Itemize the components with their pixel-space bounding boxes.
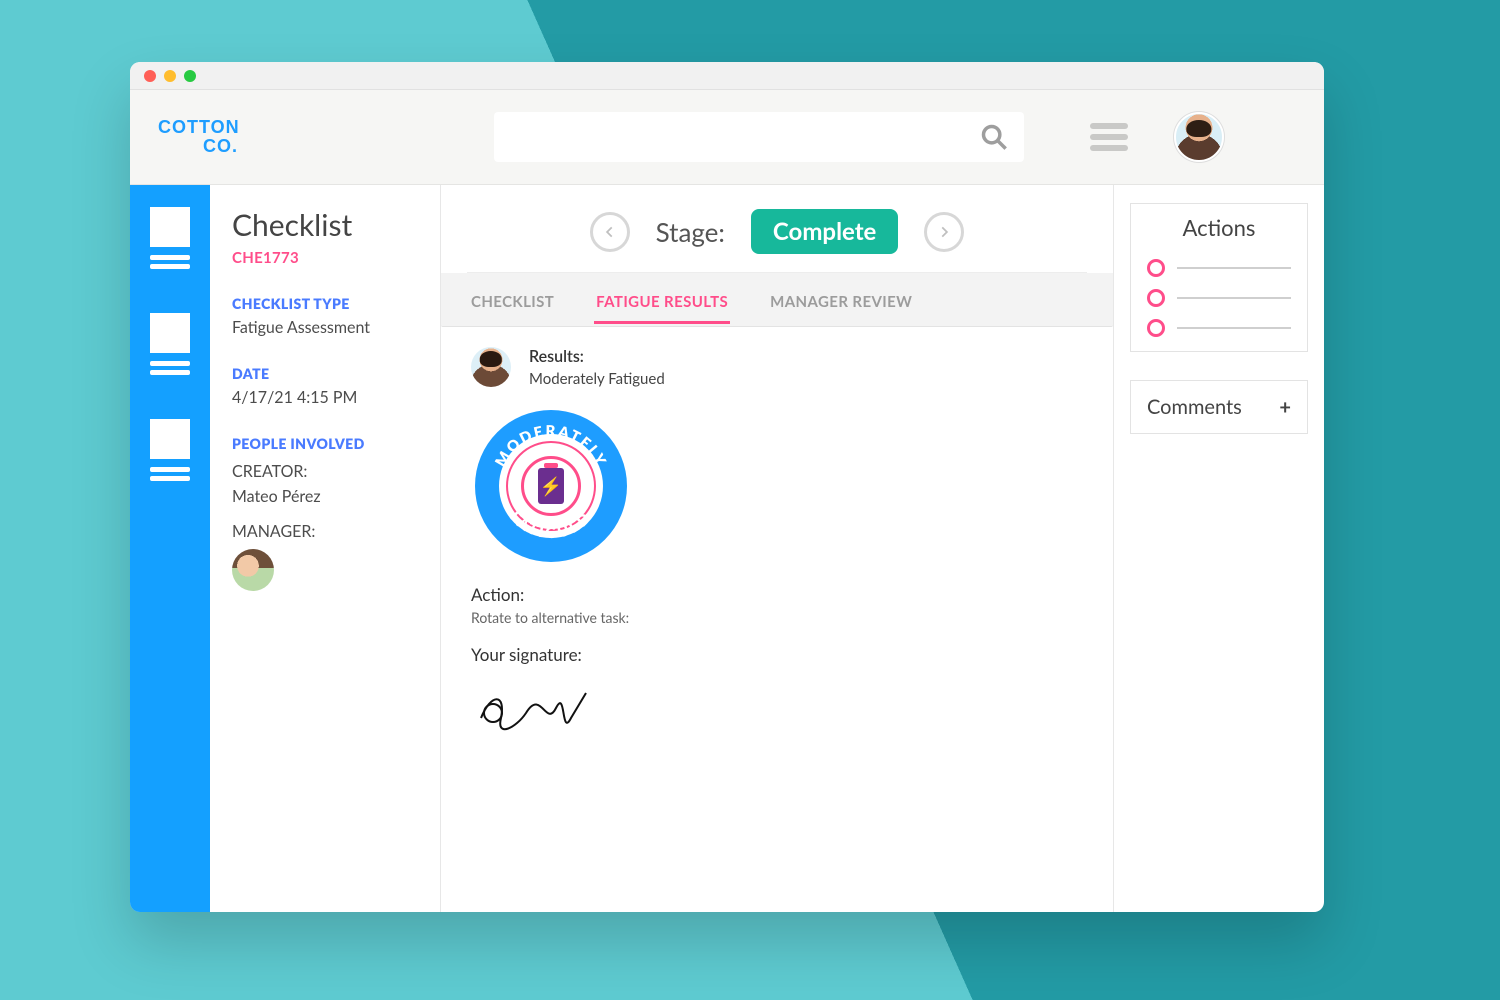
radio-icon bbox=[1147, 259, 1165, 277]
radio-icon bbox=[1147, 319, 1165, 337]
record-code: CHE1773 bbox=[232, 249, 418, 267]
top-bar: COTTON CO. bbox=[130, 90, 1324, 185]
signature-image bbox=[471, 673, 611, 743]
stage-prev-button[interactable] bbox=[590, 212, 630, 252]
tab-checklist[interactable]: CHECKLIST bbox=[471, 293, 554, 323]
brand-logo: COTTON CO. bbox=[158, 118, 238, 156]
tab-fatigue-results[interactable]: FATIGUE RESULTS bbox=[596, 293, 728, 323]
search-icon bbox=[980, 123, 1008, 151]
left-nav-rail bbox=[130, 185, 210, 912]
action-option-2[interactable] bbox=[1131, 283, 1307, 313]
browser-window: COTTON CO. Checklist CHE1773 bbox=[130, 62, 1324, 912]
rail-item-2[interactable] bbox=[150, 313, 190, 379]
creator-value: Mateo Pérez bbox=[232, 487, 418, 506]
signature-label: Your signature: bbox=[471, 644, 1083, 665]
results-value: Moderately Fatigued bbox=[529, 370, 665, 388]
rail-item-3[interactable] bbox=[150, 419, 190, 485]
type-value: Fatigue Assessment bbox=[232, 318, 418, 337]
date-label: DATE bbox=[232, 365, 418, 382]
battery-icon: ⚡ bbox=[521, 456, 581, 516]
fatigue-badge: MODERATELY FATIGUED ⚡ bbox=[471, 406, 631, 566]
actions-title: Actions bbox=[1131, 204, 1307, 253]
stage-chip: Complete bbox=[751, 209, 898, 254]
stage-bar: Stage: Complete bbox=[467, 203, 1087, 273]
stage-next-button[interactable] bbox=[924, 212, 964, 252]
window-minimize-icon[interactable] bbox=[164, 70, 176, 82]
tab-bar: CHECKLIST FATIGUE RESULTS MANAGER REVIEW bbox=[441, 273, 1113, 327]
plus-icon: + bbox=[1279, 395, 1291, 419]
type-label: CHECKLIST TYPE bbox=[232, 295, 418, 312]
brand-line-2: CO. bbox=[158, 137, 238, 156]
page-title: Checklist bbox=[232, 207, 418, 243]
right-panel: Actions Comments + bbox=[1114, 185, 1324, 912]
action-label: Action: bbox=[471, 584, 1083, 605]
results-label: Results: bbox=[529, 347, 665, 366]
manager-avatar[interactable] bbox=[232, 549, 274, 591]
window-close-icon[interactable] bbox=[144, 70, 156, 82]
bolt-icon: ⚡ bbox=[540, 475, 562, 498]
date-value: 4/17/21 4:15 PM bbox=[232, 388, 418, 407]
result-user-avatar bbox=[471, 347, 511, 387]
action-option-3[interactable] bbox=[1131, 313, 1307, 351]
rail-item-1[interactable] bbox=[150, 207, 190, 273]
window-zoom-icon[interactable] bbox=[184, 70, 196, 82]
tab-manager-review[interactable]: MANAGER REVIEW bbox=[770, 293, 912, 323]
actions-card: Actions bbox=[1130, 203, 1308, 352]
brand-line-1: COTTON bbox=[158, 117, 240, 137]
details-panel: Checklist CHE1773 CHECKLIST TYPE Fatigue… bbox=[210, 185, 440, 912]
window-titlebar bbox=[130, 62, 1324, 90]
chevron-right-icon bbox=[937, 225, 951, 239]
manager-label: MANAGER: bbox=[232, 522, 418, 541]
people-label: PEOPLE INVOLVED bbox=[232, 435, 418, 452]
creator-label: CREATOR: bbox=[232, 462, 418, 481]
chevron-left-icon bbox=[603, 225, 617, 239]
comments-card[interactable]: Comments + bbox=[1130, 380, 1308, 434]
action-option-1[interactable] bbox=[1131, 253, 1307, 283]
comments-title: Comments bbox=[1147, 395, 1242, 419]
search-input[interactable] bbox=[494, 112, 1024, 162]
main-panel: Stage: Complete CHECKLIST FATIGUE RESULT… bbox=[440, 185, 1114, 912]
stage-label: Stage: bbox=[656, 216, 725, 248]
menu-icon[interactable] bbox=[1090, 118, 1128, 156]
results-body: Results: Moderately Fatigued bbox=[467, 327, 1087, 747]
user-avatar[interactable] bbox=[1174, 112, 1224, 162]
action-value: Rotate to alternative task: bbox=[471, 609, 1083, 626]
radio-icon bbox=[1147, 289, 1165, 307]
